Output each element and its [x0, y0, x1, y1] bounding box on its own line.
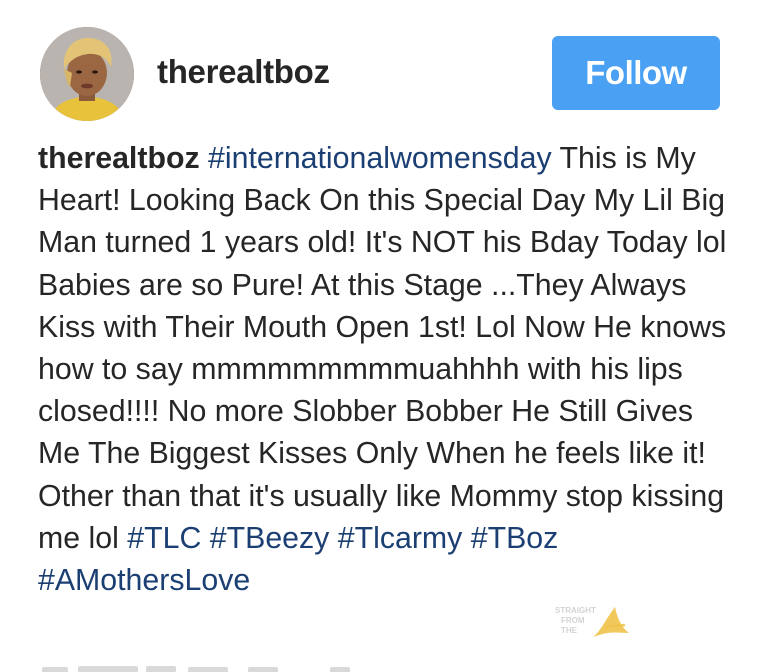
hashtag-link[interactable]: #TBeezy [210, 522, 330, 555]
hashtag-link[interactable]: #TLC [127, 522, 201, 555]
caption-space [329, 522, 337, 555]
cutoff-next-line [38, 660, 358, 672]
svg-text:FROM: FROM [561, 616, 585, 625]
instagram-post: therealtboz Follow therealtboz #internat… [0, 0, 768, 672]
post-author-username[interactable]: therealtboz [157, 53, 330, 91]
caption-space [201, 522, 209, 555]
watermark-logo: STRAIGHT FROM THE [555, 603, 647, 643]
caption-space [462, 522, 470, 555]
hashtag-link[interactable]: #TBoz [471, 522, 559, 555]
svg-text:STRAIGHT: STRAIGHT [555, 606, 596, 615]
partial-text-row-icon [42, 666, 350, 672]
watermark-a-icon: STRAIGHT FROM THE [555, 606, 629, 637]
caption-text: This is My Heart! Looking Back On this S… [38, 142, 727, 555]
svg-text:THE: THE [561, 626, 578, 635]
post-caption: therealtboz #internationalwomensday This… [38, 138, 738, 602]
follow-button[interactable]: Follow [552, 36, 720, 110]
post-header: therealtboz Follow [0, 0, 768, 130]
hashtag-link[interactable]: #AMothersLove [38, 564, 250, 597]
avatar[interactable] [40, 27, 134, 121]
profile-photo-icon [40, 27, 134, 121]
caption-username[interactable]: therealtboz [38, 142, 200, 175]
hashtag-link[interactable]: #internationalwomensday [208, 142, 552, 175]
hashtag-link[interactable]: #Tlcarmy [338, 522, 463, 555]
